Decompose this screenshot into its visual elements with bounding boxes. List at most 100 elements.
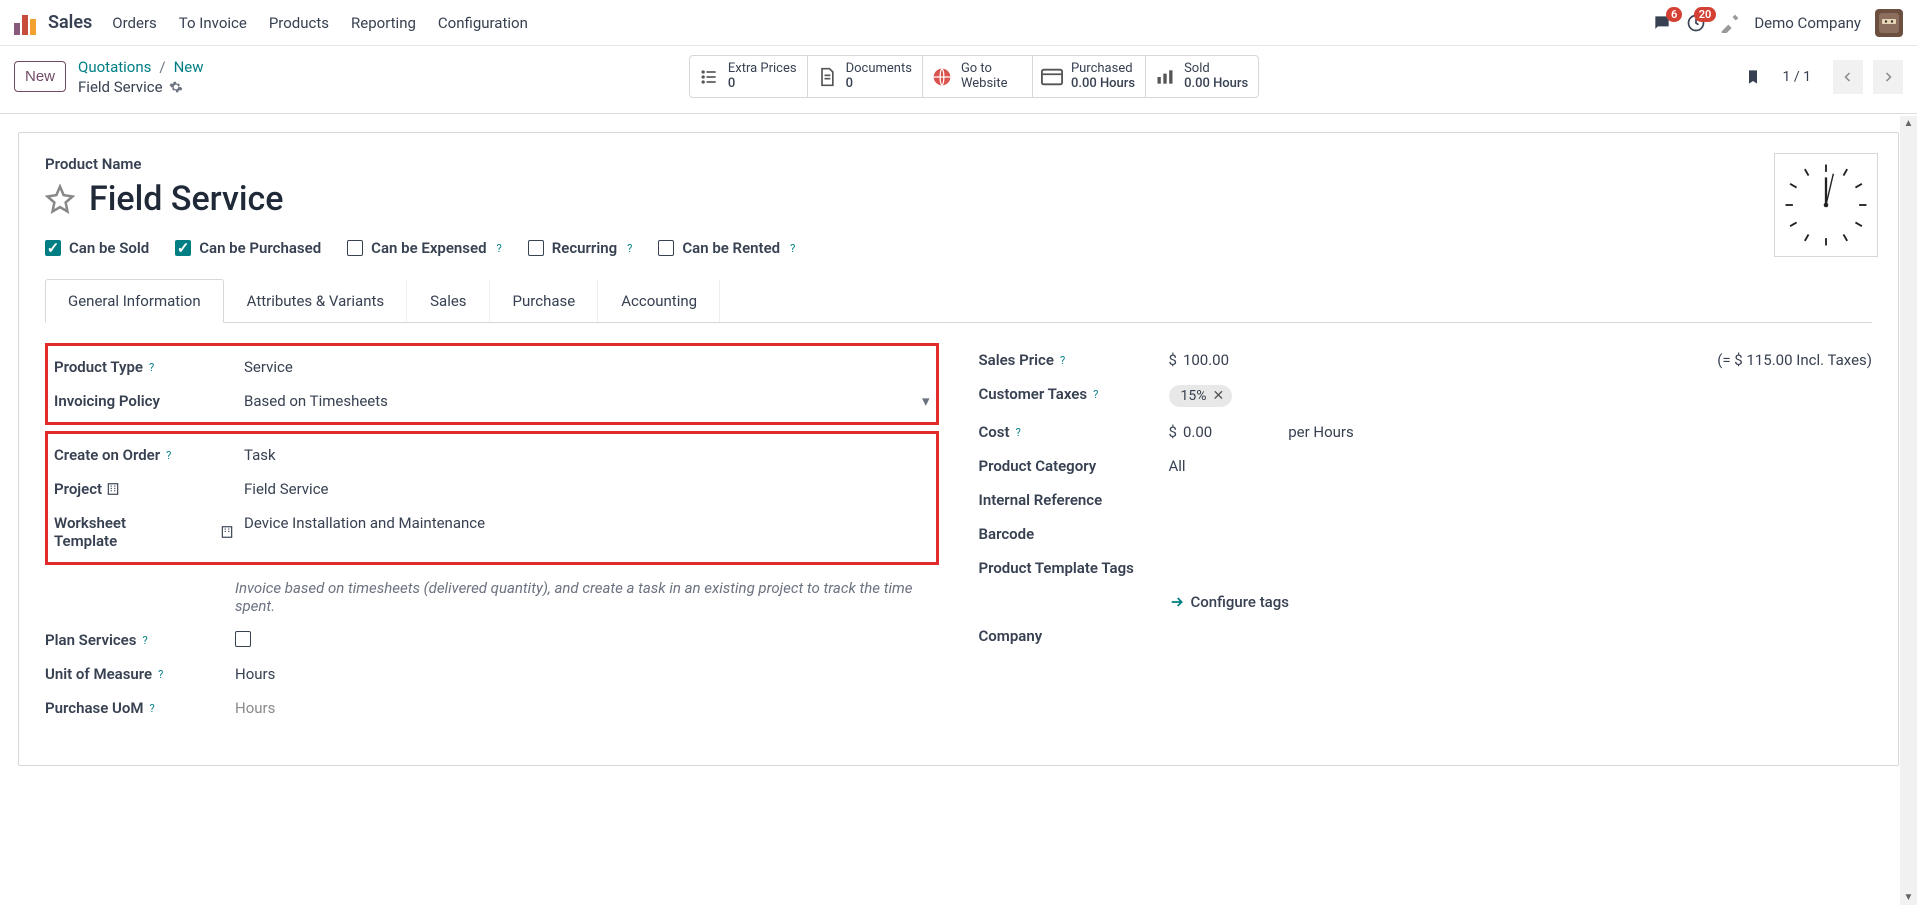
highlight-box-2: Create on Order? Task Project Field Serv… <box>45 431 939 565</box>
field-purchase-uom: Purchase UoM? Hours <box>45 691 939 725</box>
field-internal-reference: Internal Reference <box>979 483 1873 517</box>
new-button[interactable]: New <box>14 61 66 92</box>
cost-input[interactable]: 0.00 <box>1183 423 1212 441</box>
favorite-star-icon[interactable] <box>45 184 75 214</box>
check-can-be-rented[interactable]: Can be Rented? <box>658 239 795 257</box>
chevron-right-icon <box>1882 71 1894 83</box>
messages-button[interactable]: 6 <box>1652 13 1672 33</box>
close-icon[interactable]: ✕ <box>1213 388 1225 404</box>
activities-button[interactable]: 20 <box>1686 13 1706 33</box>
stat-sold[interactable]: Sold0.00 Hours <box>1146 55 1259 99</box>
activities-badge: 20 <box>1694 7 1717 22</box>
stat-purchased[interactable]: Purchased0.00 Hours <box>1033 55 1146 99</box>
help-icon[interactable]: ? <box>1016 426 1021 439</box>
app-title[interactable]: Sales <box>48 12 92 33</box>
list-icon <box>699 67 719 87</box>
user-avatar[interactable] <box>1875 9 1903 37</box>
help-icon[interactable]: ? <box>166 449 171 462</box>
check-can-be-expensed[interactable]: Can be Expensed? <box>347 239 502 257</box>
stat-documents[interactable]: Documents0 <box>808 55 923 99</box>
stat-extra-prices[interactable]: Extra Prices0 <box>689 55 808 99</box>
nav-reporting[interactable]: Reporting <box>351 14 416 32</box>
globe-icon <box>932 67 952 87</box>
nav-orders[interactable]: Orders <box>112 14 157 32</box>
bookmark-icon[interactable] <box>1745 67 1761 87</box>
help-icon[interactable]: ? <box>158 668 163 681</box>
product-title[interactable]: Field Service <box>89 179 284 219</box>
right-column: Sales Price? $ 100.00 (= $ 115.00 Incl. … <box>979 343 1873 725</box>
pager-prev-button[interactable] <box>1833 60 1863 94</box>
check-can-be-purchased[interactable]: ✓Can be Purchased <box>175 239 321 257</box>
tab-purchase[interactable]: Purchase <box>490 279 599 322</box>
sales-price-input[interactable]: 100.00 <box>1183 351 1229 369</box>
tab-attributes-variants[interactable]: Attributes & Variants <box>224 279 407 322</box>
messages-badge: 6 <box>1666 7 1682 22</box>
card-icon <box>1041 68 1063 86</box>
stat-go-to-website[interactable]: Go toWebsite <box>923 55 1033 99</box>
field-configure-tags: Configure tags <box>979 585 1873 619</box>
field-unit-of-measure: Unit of Measure? Hours <box>45 657 939 691</box>
tax-tag[interactable]: 15% ✕ <box>1169 385 1233 407</box>
building-icon <box>106 482 120 496</box>
left-column: Product Type? Service Invoicing Policy B… <box>45 343 939 725</box>
category-value[interactable]: All <box>1169 457 1873 475</box>
uom-value[interactable]: Hours <box>235 665 939 683</box>
gear-icon[interactable] <box>169 80 183 94</box>
help-icon[interactable]: ? <box>627 242 632 255</box>
plan-services-checkbox[interactable] <box>235 631 251 647</box>
help-icon[interactable]: ? <box>149 361 154 374</box>
wrench-icon[interactable] <box>1720 13 1740 33</box>
sales-price-incl: (= $ 115.00 Incl. Taxes) <box>1717 351 1872 369</box>
help-icon[interactable]: ? <box>1093 388 1098 401</box>
bars-icon <box>1155 67 1175 87</box>
nav-configuration[interactable]: Configuration <box>438 14 528 32</box>
tab-content: Product Type? Service Invoicing Policy B… <box>45 323 1872 725</box>
help-icon[interactable]: ? <box>142 634 147 647</box>
control-panel: New Quotations / New Field Service Extra… <box>0 46 1917 114</box>
tabs: General Information Attributes & Variant… <box>45 279 1872 323</box>
field-invoicing-policy: Invoicing Policy Based on Timesheets ▾ <box>54 384 930 418</box>
nav-to-invoice[interactable]: To Invoice <box>179 14 247 32</box>
check-can-be-sold[interactable]: ✓Can be Sold <box>45 239 149 257</box>
field-product-category: Product Category All <box>979 449 1873 483</box>
chevron-down-icon: ▾ <box>922 392 930 410</box>
field-customer-taxes: Customer Taxes? 15% ✕ <box>979 377 1873 415</box>
pager-next-button[interactable] <box>1873 60 1903 94</box>
help-icon[interactable]: ? <box>149 702 154 715</box>
option-checks: ✓Can be Sold ✓Can be Purchased Can be Ex… <box>45 239 1872 257</box>
pager-text[interactable]: 1 / 1 <box>1783 69 1811 85</box>
configure-tags-link[interactable]: Configure tags <box>1169 593 1873 611</box>
tab-sales[interactable]: Sales <box>407 279 489 322</box>
check-recurring[interactable]: Recurring? <box>528 239 633 257</box>
stat-buttons: Extra Prices0 Documents0 Go toWebsite Pu… <box>689 55 1259 99</box>
company-switcher[interactable]: Demo Company <box>1754 14 1861 32</box>
building-icon <box>220 525 234 539</box>
puom-value[interactable]: Hours <box>235 699 939 717</box>
top-nav: Sales Orders To Invoice Products Reporti… <box>0 0 1917 46</box>
worksheet-template-value[interactable]: Device Installation and Maintenance <box>244 514 930 532</box>
top-right: 6 20 Demo Company <box>1652 9 1903 37</box>
product-image[interactable] <box>1774 153 1878 257</box>
field-company: Company <box>979 619 1873 653</box>
breadcrumb-quotations[interactable]: Quotations <box>78 58 151 76</box>
invoicing-help-text: Invoice based on timesheets (delivered q… <box>45 571 939 623</box>
product-name-label: Product Name <box>45 155 1872 173</box>
app-logo-icon[interactable] <box>14 11 38 35</box>
nav-products[interactable]: Products <box>269 14 329 32</box>
create-on-order-value[interactable]: Task <box>244 446 930 464</box>
project-value[interactable]: Field Service <box>244 480 930 498</box>
help-icon[interactable]: ? <box>497 242 502 255</box>
tab-general-information[interactable]: General Information <box>45 279 224 323</box>
tab-accounting[interactable]: Accounting <box>598 279 720 322</box>
scrollbar[interactable]: ▲ ▼ <box>1900 116 1917 905</box>
field-barcode: Barcode <box>979 517 1873 551</box>
help-icon[interactable]: ? <box>790 242 795 255</box>
help-icon[interactable]: ? <box>1060 354 1065 367</box>
pager: 1 / 1 <box>1745 60 1903 94</box>
product-type-value[interactable]: Service <box>244 358 930 376</box>
field-worksheet-template: Worksheet Template Device Installation a… <box>54 506 930 558</box>
field-create-on-order: Create on Order? Task <box>54 438 930 472</box>
scroll-up-icon[interactable]: ▲ <box>1902 116 1916 131</box>
invoicing-policy-select[interactable]: Based on Timesheets ▾ <box>244 392 930 410</box>
scroll-down-icon[interactable]: ▼ <box>1902 890 1916 905</box>
